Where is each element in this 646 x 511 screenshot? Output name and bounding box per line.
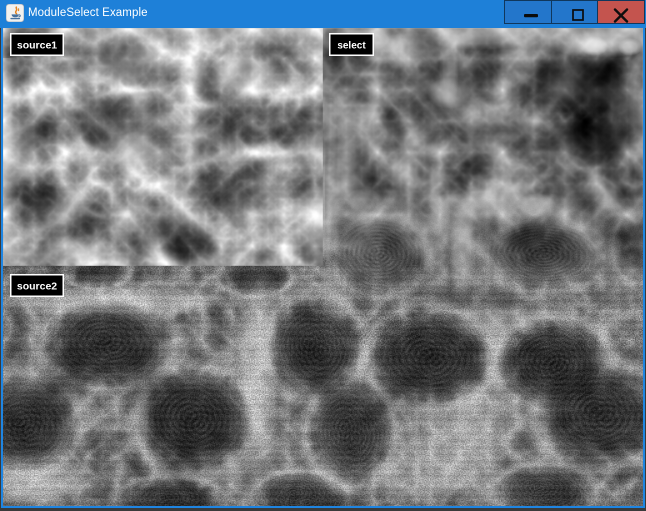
svg-text:source1: source1 [17,40,57,52]
svg-text:select: select [337,41,366,52]
svg-text:source2: source2 [17,281,57,293]
